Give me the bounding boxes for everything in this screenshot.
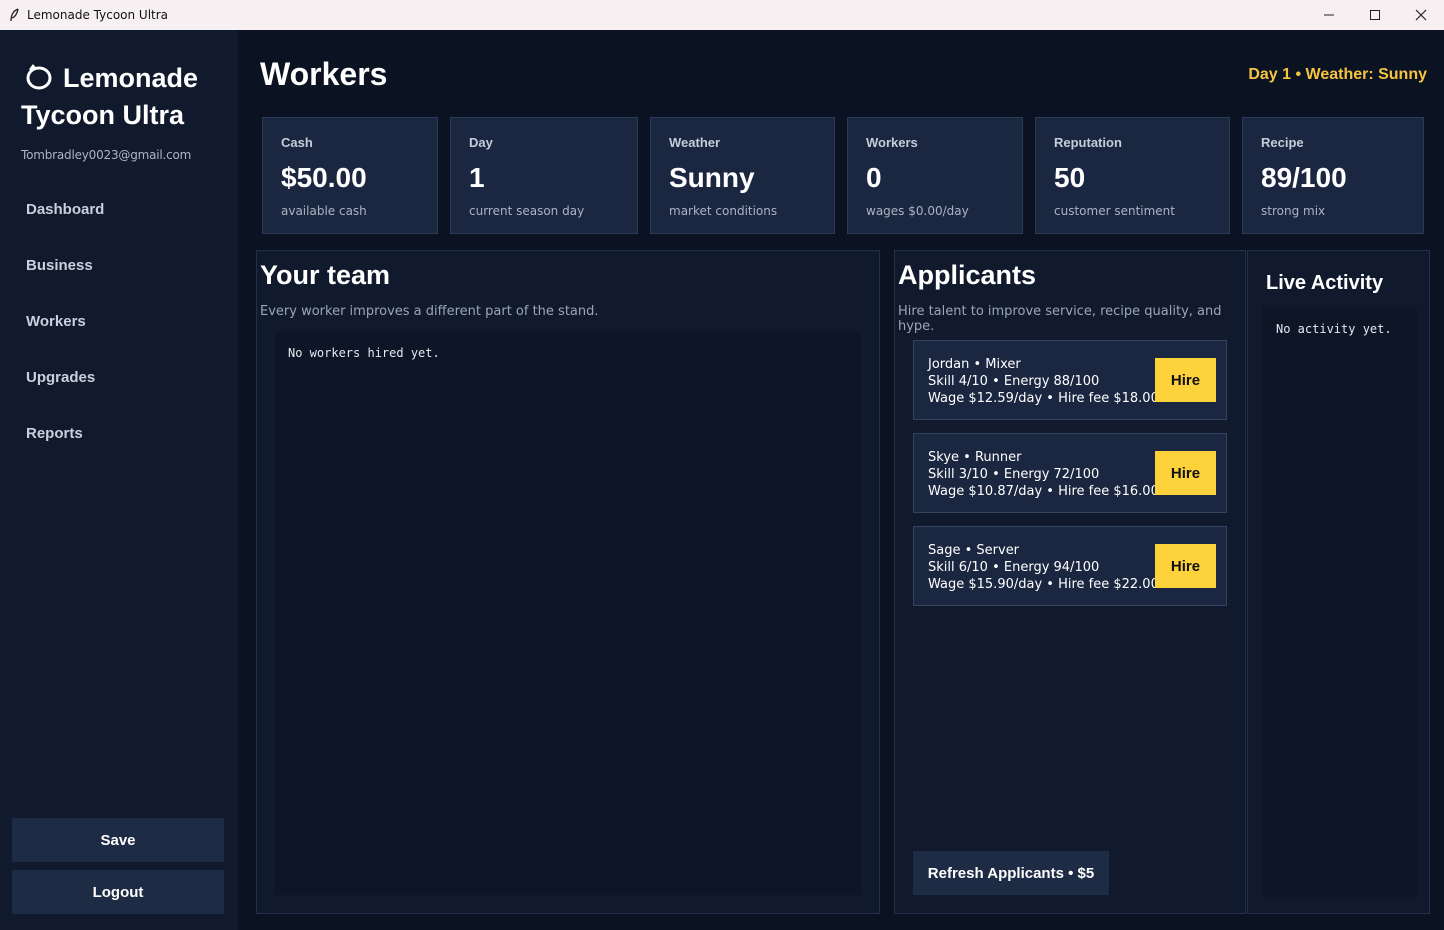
stat-sub: available cash <box>281 204 367 218</box>
lemon-icon <box>26 64 52 90</box>
stat-card-weather: Weather Sunny market conditions <box>650 117 835 234</box>
stat-value: 0 <box>866 162 882 193</box>
stat-sub: current season day <box>469 204 585 218</box>
user-email: Tombradley0023@gmail.com <box>21 148 192 162</box>
maximize-icon[interactable] <box>1352 0 1398 30</box>
stat-card-cash: Cash $50.00 available cash <box>262 117 438 234</box>
close-icon[interactable] <box>1398 0 1444 30</box>
team-list[interactable]: No workers hired yet. <box>275 331 861 895</box>
stat-card-reputation: Reputation 50 customer sentiment <box>1035 117 1230 234</box>
applicant-name-role: Skye • Runner <box>928 450 1022 465</box>
window-titlebar: Lemonade Tycoon Ultra <box>0 0 1444 30</box>
stat-value: Sunny <box>669 162 755 193</box>
stat-sub: strong mix <box>1261 204 1326 218</box>
sidebar: Lemonade Tycoon Ultra Tombradley0023@gma… <box>0 30 238 930</box>
hire-button[interactable]: Hire <box>1155 544 1216 588</box>
applicant-card: Sage • Server Skill 6/10 • Energy 94/100… <box>913 526 1227 606</box>
stat-sub: market conditions <box>669 204 778 218</box>
applicants-panel: Applicants Hire talent to improve servic… <box>894 250 1246 914</box>
activity-log[interactable]: No activity yet. <box>1262 307 1417 897</box>
applicant-name-role: Sage • Server <box>928 543 1020 558</box>
page-title: Workers <box>260 56 388 92</box>
stat-label: Cash <box>281 135 313 150</box>
stat-value: 1 <box>469 162 485 193</box>
logout-button[interactable]: Logout <box>12 870 224 914</box>
stat-card-day: Day 1 current season day <box>450 117 638 234</box>
nav-item-upgrades[interactable]: Upgrades <box>26 369 95 386</box>
stat-card-workers: Workers 0 wages $0.00/day <box>847 117 1023 234</box>
nav-item-business[interactable]: Business <box>26 257 93 274</box>
nav-item-workers[interactable]: Workers <box>26 313 86 330</box>
stat-value: 50 <box>1054 162 1086 193</box>
refresh-applicants-button[interactable]: Refresh Applicants • $5 <box>913 851 1109 895</box>
save-button[interactable]: Save <box>12 818 224 862</box>
applicants-description: Hire talent to improve service, recipe q… <box>898 304 1222 334</box>
applicant-card: Skye • Runner Skill 3/10 • Energy 72/100… <box>913 433 1227 513</box>
nav-item-reports[interactable]: Reports <box>26 425 83 442</box>
stat-label: Weather <box>669 135 721 150</box>
applicant-card: Jordan • Mixer Skill 4/10 • Energy 88/10… <box>913 340 1227 420</box>
window-title: Lemonade Tycoon Ultra <box>27 8 169 22</box>
hire-button[interactable]: Hire <box>1155 358 1216 402</box>
team-empty-text: No workers hired yet. <box>288 346 440 360</box>
applicants-title: Applicants <box>898 260 1037 290</box>
applicant-wage-fee: Wage $10.87/day • Hire fee $16.00 <box>928 484 1159 499</box>
team-panel: Your team Every worker improves a differ… <box>256 250 880 914</box>
feather-icon <box>10 8 19 22</box>
applicant-skill-energy: Skill 3/10 • Energy 72/100 <box>928 467 1100 482</box>
applicant-skill-energy: Skill 6/10 • Energy 94/100 <box>928 560 1100 575</box>
stat-value: 89/100 <box>1261 162 1347 193</box>
stat-value: $50.00 <box>281 162 367 193</box>
brand-line2: Tycoon Ultra <box>21 100 185 130</box>
nav-item-dashboard[interactable]: Dashboard <box>26 201 104 218</box>
stat-label: Day <box>469 135 493 150</box>
minimize-icon[interactable] <box>1306 0 1352 30</box>
applicant-name-role: Jordan • Mixer <box>928 357 1021 372</box>
brand-line1: Lemonade <box>63 63 199 93</box>
stat-sub: customer sentiment <box>1054 204 1175 218</box>
applicant-wage-fee: Wage $12.59/day • Hire fee $18.00 <box>928 391 1159 406</box>
activity-empty-text: No activity yet. <box>1276 322 1392 336</box>
hire-button[interactable]: Hire <box>1155 451 1216 495</box>
team-description: Every worker improves a different part o… <box>260 304 599 319</box>
stat-label: Workers <box>866 135 918 150</box>
brand-title: Lemonade Tycoon Ultra <box>21 60 231 134</box>
day-weather-status: Day 1 • Weather: Sunny <box>1248 66 1427 83</box>
stat-card-recipe: Recipe 89/100 strong mix <box>1242 117 1424 234</box>
applicant-skill-energy: Skill 4/10 • Energy 88/100 <box>928 374 1100 389</box>
activity-title: Live Activity <box>1266 272 1384 294</box>
applicant-wage-fee: Wage $15.90/day • Hire fee $22.00 <box>928 577 1159 592</box>
activity-panel: Live Activity No activity yet. <box>1247 250 1430 914</box>
stat-sub: wages $0.00/day <box>866 204 969 218</box>
stat-label: Recipe <box>1261 135 1304 150</box>
team-title: Your team <box>260 260 391 290</box>
stat-label: Reputation <box>1054 135 1122 150</box>
